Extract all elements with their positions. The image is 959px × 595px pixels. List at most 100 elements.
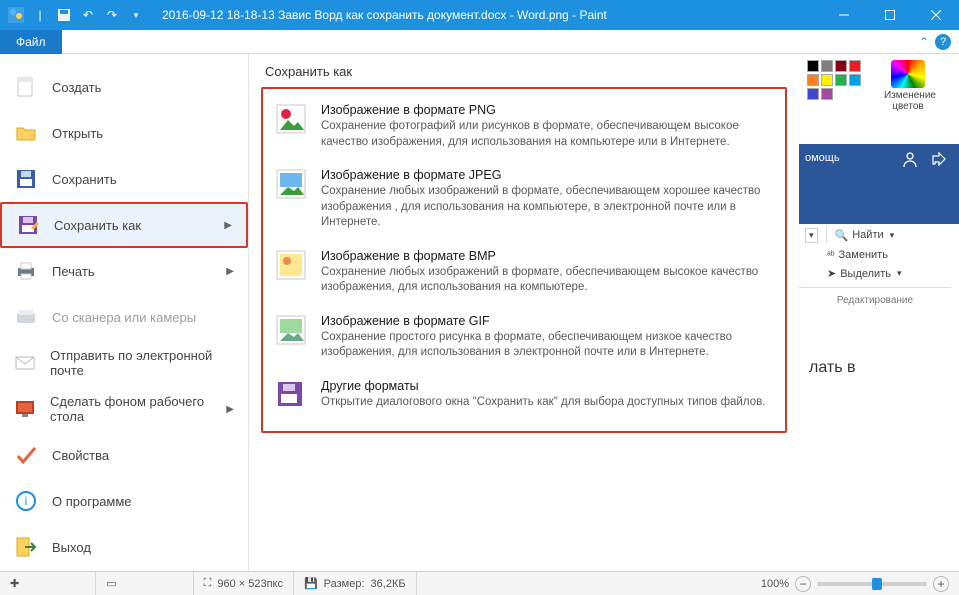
menu-label: Со сканера или камеры <box>52 310 196 325</box>
bmp-icon <box>275 249 307 281</box>
png-icon <box>275 103 307 135</box>
save-as-submenu: Сохранить как Изображение в формате PNG … <box>248 54 799 571</box>
zoom-slider[interactable] <box>817 582 927 586</box>
help-icon[interactable]: ? <box>935 34 951 50</box>
toolbar-row: ▾ 🔍 Найти ▾ <box>799 224 951 246</box>
menu-item-open[interactable]: Открыть <box>0 110 248 156</box>
selection-icon: ▭ <box>106 577 116 590</box>
save-as-jpeg[interactable]: Изображение в формате JPEG Сохранение лю… <box>273 162 775 243</box>
save-as-icon <box>16 213 40 237</box>
select-label: Выделить <box>840 268 891 280</box>
menu-label: Открыть <box>52 126 103 141</box>
menu-label: Отправить по электронной почте <box>50 348 234 378</box>
file-size: 💾 Размер: 36,2КБ <box>294 572 417 595</box>
svg-text:i: i <box>25 494 28 508</box>
undo-icon[interactable]: ↶ <box>78 5 98 25</box>
qat-dropdown-icon[interactable]: ▾ <box>126 5 146 25</box>
window-controls <box>821 0 959 30</box>
color-swatch[interactable] <box>849 74 861 86</box>
find-label[interactable]: Найти <box>852 229 883 241</box>
save-as-bmp[interactable]: Изображение в формате BMP Сохранение люб… <box>273 243 775 308</box>
right-panel: Изменение цветов омощь ▾ 🔍 Найти ▾ ᵃᵇ За… <box>799 54 959 571</box>
selection-size: ▭ <box>96 572 193 595</box>
maximize-button[interactable] <box>867 0 913 30</box>
save-as-gif[interactable]: Изображение в формате GIF Сохранение про… <box>273 308 775 373</box>
folder-open-icon <box>14 121 38 145</box>
menu-label: О программе <box>52 494 132 509</box>
file-backstage: Создать Открыть Сохранить Сохранить как … <box>0 54 959 571</box>
menu-item-create[interactable]: Создать <box>0 64 248 110</box>
file-tab[interactable]: Файл <box>0 30 62 54</box>
save-icon[interactable] <box>54 5 74 25</box>
gif-icon <box>275 314 307 346</box>
replace-row[interactable]: ᵃᵇ Заменить <box>799 246 951 264</box>
option-desc: Сохранение любых изображений в формате, … <box>321 265 773 296</box>
option-label: Изображение в формате JPEG <box>321 168 773 182</box>
share-icon[interactable] <box>929 150 947 168</box>
ribbon-collapse-icon[interactable]: ⌃ <box>919 35 929 49</box>
menu-label: Сохранить как <box>54 218 141 233</box>
cursor-position: ✚ <box>0 572 96 595</box>
color-swatch[interactable] <box>807 88 819 100</box>
dimensions-value: 960 × 523пкс <box>217 578 283 590</box>
option-label: Изображение в формате BMP <box>321 249 773 263</box>
menu-item-properties[interactable]: Свойства <box>0 432 248 478</box>
email-icon <box>14 351 36 375</box>
option-desc: Сохранение простого рисунка в формате, о… <box>321 330 773 361</box>
status-bar: ✚ ▭ ⛶ 960 × 523пкс 💾 Размер: 36,2КБ 100%… <box>0 571 959 595</box>
select-row[interactable]: ➤ Выделить ▾ <box>799 264 951 283</box>
color-swatch[interactable] <box>835 60 847 72</box>
file-menu: Создать Открыть Сохранить Сохранить как … <box>0 54 248 571</box>
word-document-fragment: лать в <box>799 319 951 519</box>
menu-label: Выход <box>52 540 91 555</box>
app-icon <box>6 5 26 25</box>
menu-item-wallpaper[interactable]: Сделать фоном рабочего стола ▶ <box>0 386 248 432</box>
color-palette[interactable] <box>807 60 867 100</box>
color-swatch[interactable] <box>821 60 833 72</box>
menu-item-about[interactable]: i О программе <box>0 478 248 524</box>
divider: | <box>30 5 50 25</box>
replace-icon: ᵃᵇ <box>827 250 835 261</box>
menu-label: Сделать фоном рабочего стола <box>50 394 212 424</box>
crosshair-icon: ✚ <box>10 577 19 590</box>
color-swatch[interactable] <box>807 60 819 72</box>
color-swatch[interactable] <box>821 74 833 86</box>
color-swatch[interactable] <box>807 74 819 86</box>
menu-item-scanner: Со сканера или камеры <box>0 294 248 340</box>
color-swatch[interactable] <box>849 60 861 72</box>
edit-colors-label: Изменение цветов <box>884 90 932 112</box>
separator <box>799 287 951 288</box>
color-swatch[interactable] <box>821 88 833 100</box>
paste-dropdown-icon[interactable]: ▾ <box>805 228 818 243</box>
find-icon: 🔍 <box>835 229 849 242</box>
menu-item-save-as[interactable]: Сохранить как ▶ <box>0 202 248 248</box>
cursor-icon: ➤ <box>827 267 836 280</box>
zoom-value: 100% <box>761 578 789 590</box>
dropdown-icon[interactable]: ▾ <box>890 230 895 241</box>
printer-icon <box>14 259 38 283</box>
color-swatch[interactable] <box>835 74 847 86</box>
new-document-icon <box>14 75 38 99</box>
person-icon[interactable] <box>901 150 919 168</box>
checkmark-icon <box>14 443 38 467</box>
menu-item-print[interactable]: Печать ▶ <box>0 248 248 294</box>
redo-icon[interactable]: ↷ <box>102 5 122 25</box>
menu-item-exit[interactable]: Выход <box>0 524 248 570</box>
dimensions-icon: ⛶ <box>204 577 212 590</box>
menu-item-save[interactable]: Сохранить <box>0 156 248 202</box>
save-as-png[interactable]: Изображение в формате PNG Сохранение фот… <box>273 97 775 162</box>
scanner-icon <box>14 305 38 329</box>
save-floppy-icon <box>14 167 38 191</box>
menu-item-email[interactable]: Отправить по электронной почте <box>0 340 248 386</box>
minimize-button[interactable] <box>821 0 867 30</box>
dropdown-icon[interactable]: ▾ <box>897 268 902 279</box>
zoom-in-button[interactable]: + <box>933 576 949 592</box>
size-label: Размер: <box>324 578 365 590</box>
close-button[interactable] <box>913 0 959 30</box>
word-help-label: омощь <box>805 152 840 164</box>
slider-thumb[interactable] <box>872 578 882 590</box>
edit-colors-button[interactable]: Изменение цветов <box>884 60 932 112</box>
zoom-out-button[interactable]: − <box>795 576 811 592</box>
separator <box>826 227 827 243</box>
save-as-other[interactable]: Другие форматы Открытие диалогового окна… <box>273 373 775 423</box>
